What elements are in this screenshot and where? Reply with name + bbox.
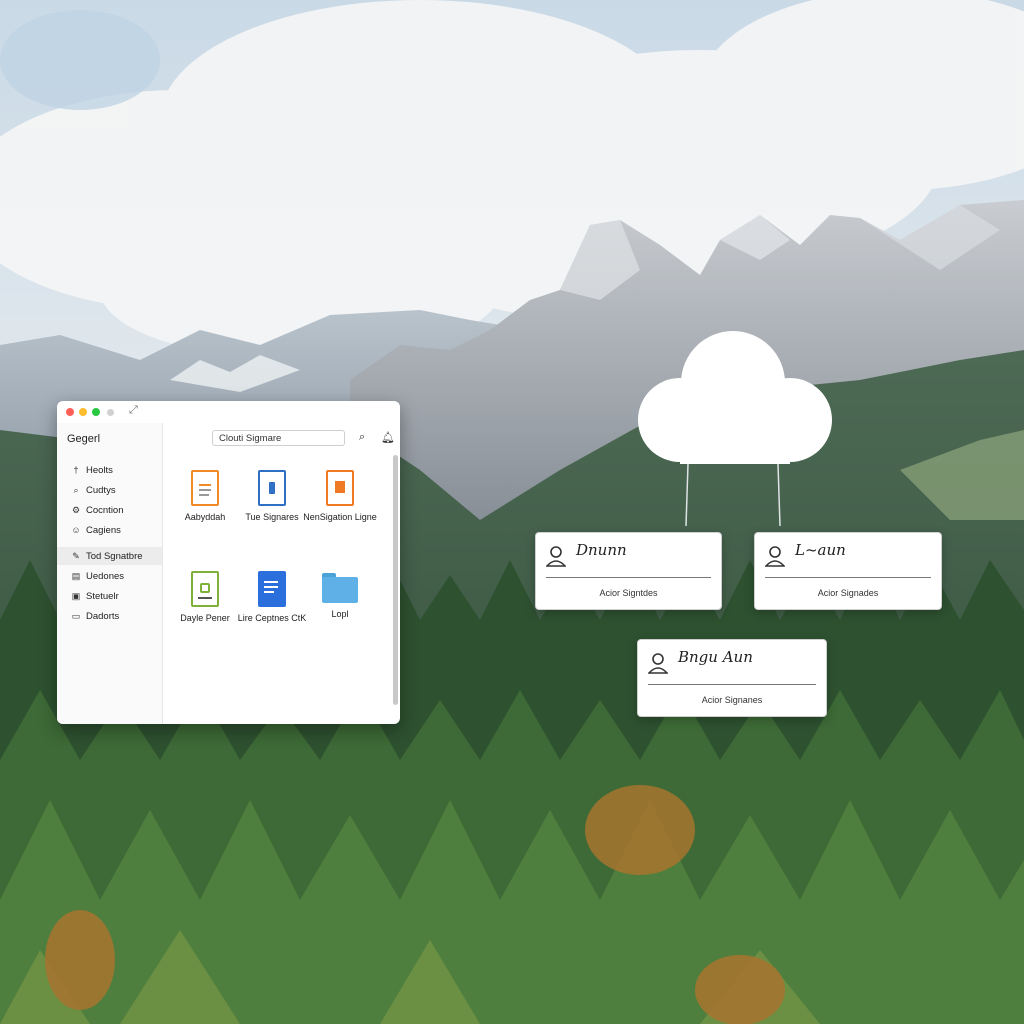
signature-line: [765, 577, 931, 578]
pen-icon: ✎: [72, 550, 80, 561]
signature-caption: Acior Signanes: [701, 695, 763, 705]
search-icon: ⌕: [73, 484, 79, 495]
folder-icon: [322, 573, 358, 603]
sidebar-item-cocntion[interactable]: ⚙ Cocntion: [57, 501, 162, 519]
sidebar-item-cudtys[interactable]: ⌕ Cudtys: [57, 481, 162, 499]
signature-line: [648, 684, 816, 685]
orange-pdf-icon: [326, 470, 354, 506]
user-icon: [765, 546, 785, 567]
folder-icon: ▭: [71, 610, 81, 621]
search-input[interactable]: Clouti Sigmare: [212, 430, 345, 446]
sidebar-item-tod-sgnatbre[interactable]: ✎ Tod Sgnatbre: [57, 547, 162, 565]
signature-caption: Acior Signtdes: [599, 588, 658, 598]
handwritten-signature: Dnunn: [576, 541, 627, 559]
sidebar-item-label: Stetuelr: [86, 590, 119, 602]
gear-icon: ⚙: [71, 504, 81, 515]
green-document-icon: [191, 571, 219, 607]
signature-card[interactable]: L~aun Acior Signades: [754, 532, 942, 610]
sidebar-title: Gegerl: [67, 433, 101, 445]
user-icon: [648, 653, 668, 674]
sidebar-item-dadorts[interactable]: ▭ Dadorts: [57, 607, 162, 625]
sidebar-item-stetuelr[interactable]: ▣ Stetuelr: [57, 587, 162, 605]
sidebar-item-uedones[interactable]: ▤ Uedones: [57, 567, 162, 585]
expand-icon[interactable]: ⤢: [129, 404, 138, 417]
maximize-button[interactable]: [92, 408, 100, 416]
close-button[interactable]: [66, 408, 74, 416]
sidebar-item-label: Cagiens: [86, 524, 121, 536]
sidebar-item-cagiens[interactable]: ☺ Cagiens: [57, 521, 162, 539]
signature-card[interactable]: Bngu Aun Acior Signanes: [637, 639, 827, 717]
signature-caption: Acior Signades: [817, 588, 879, 598]
user-icon: [546, 546, 566, 567]
file-label: NenSigation Ligne: [303, 512, 377, 522]
search-icon[interactable]: ⌕: [359, 431, 365, 444]
settings-icon: ▣: [71, 590, 81, 601]
bell-icon[interactable]: 🔔︎: [381, 431, 395, 444]
scrollbar[interactable]: [393, 455, 398, 705]
file-browser-window: ⤢ Gegerl † Heolts ⌕ Cudtys ⚙ Cocntion ☺ …: [57, 401, 400, 724]
main-content: Clouti Sigmare ⌕ 🔔︎ Aabyddah Tue Signare…: [163, 423, 400, 724]
title-bar: ⤢: [57, 401, 400, 423]
sidebar-item-label: Dadorts: [86, 610, 120, 622]
minimize-button[interactable]: [79, 408, 87, 416]
file-label: Lopl: [331, 609, 349, 619]
file-item[interactable]: NenSigation Ligne: [300, 470, 380, 523]
sidebar-item-heolts[interactable]: † Heolts: [57, 461, 162, 479]
disabled-button: [107, 409, 114, 416]
file-item[interactable]: Lopl: [300, 571, 380, 620]
stack-icon: ▤: [71, 570, 81, 581]
sidebar-item-label: Heolts: [86, 464, 113, 476]
users-icon: ☺: [71, 525, 81, 535]
sidebar-item-label: Uedones: [86, 570, 125, 582]
blue-word-document-icon: [258, 571, 286, 607]
handwritten-signature: Bngu Aun: [678, 648, 753, 666]
sidebar-item-label: Cudtys: [86, 484, 116, 496]
signature-line: [546, 577, 711, 578]
handwritten-signature: L~aun: [795, 541, 846, 559]
signature-card[interactable]: Dnunn Acior Signtdes: [535, 532, 722, 610]
pin-icon: †: [73, 465, 79, 475]
orange-document-icon: [191, 470, 219, 506]
blue-document-icon: [258, 470, 286, 506]
sidebar-item-label: Tod Sgnatbre: [86, 550, 143, 562]
sidebar: Gegerl † Heolts ⌕ Cudtys ⚙ Cocntion ☺ Ca…: [57, 423, 163, 724]
sidebar-item-label: Cocntion: [86, 504, 124, 516]
